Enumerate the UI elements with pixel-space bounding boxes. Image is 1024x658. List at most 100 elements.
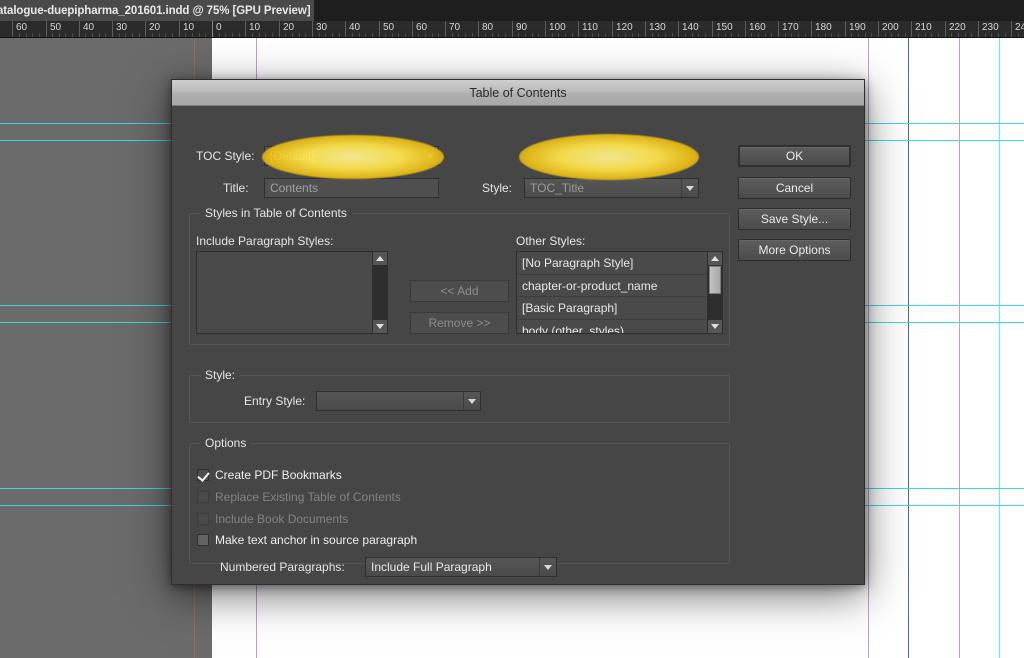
ruler-tick <box>911 21 912 37</box>
ruler-tick <box>811 21 812 37</box>
ruler-label: 10 <box>183 22 195 33</box>
entry-style-dropdown[interactable] <box>316 391 481 411</box>
ruler-minor-tick <box>159 33 160 37</box>
add-style-button-label: << Add <box>440 284 479 298</box>
other-styles-scrollbar[interactable] <box>707 252 722 333</box>
title-style-label: Style: <box>482 181 513 195</box>
ok-button-label: OK <box>785 149 804 163</box>
scroll-up-icon[interactable] <box>373 252 387 265</box>
list-item[interactable]: [No Paragraph Style] <box>517 252 707 275</box>
ruler-minor-tick <box>332 33 333 37</box>
entry-style-label: Entry Style: <box>244 394 306 408</box>
toc-style-dropdown[interactable]: [Default] <box>264 146 439 166</box>
ruler-minor-tick <box>925 33 926 37</box>
document-tab[interactable]: atalogue-duepipharma_201601.indd @ 75% [… <box>0 0 314 21</box>
ruler-minor-tick <box>771 33 772 37</box>
cancel-button[interactable]: Cancel <box>738 177 851 199</box>
ruler-minor-tick <box>225 33 226 37</box>
ruler-minor-tick <box>838 33 839 37</box>
ruler-minor-tick <box>272 33 273 37</box>
ruler-minor-tick <box>818 33 819 37</box>
checkbox-icon[interactable] <box>197 534 209 546</box>
ruler-minor-tick <box>305 33 306 37</box>
ruler-minor-tick <box>725 33 726 37</box>
title-style-value: TOC_Title <box>530 181 585 195</box>
ruler-minor-tick <box>392 33 393 37</box>
remove-style-button[interactable]: Remove >> <box>410 312 509 334</box>
ruler-label: 40 <box>349 22 361 33</box>
ruler-label: 0 <box>216 22 222 33</box>
ruler-minor-tick <box>359 33 360 37</box>
ruler-minor-tick <box>791 33 792 37</box>
document-tab-label: atalogue-duepipharma_201601.indd @ 75% [… <box>0 4 311 17</box>
ruler-label: 110 <box>582 22 598 33</box>
ok-button[interactable]: OK <box>738 145 851 167</box>
remove-style-button-label: Remove >> <box>428 316 491 330</box>
ruler-tick <box>12 21 13 37</box>
list-item[interactable]: body (other_styles) <box>517 320 707 334</box>
scroll-up-icon[interactable] <box>708 252 722 265</box>
ruler-minor-tick <box>119 33 120 37</box>
include-paragraph-styles-list[interactable] <box>196 251 388 334</box>
ruler-minor-tick <box>339 33 340 37</box>
checkbox-icon <box>197 491 209 503</box>
ruler-label: 60 <box>416 22 428 33</box>
ruler-minor-tick <box>185 33 186 37</box>
ruler-minor-tick <box>472 33 473 37</box>
ruler-minor-tick <box>505 33 506 37</box>
ruler-minor-tick <box>891 33 892 37</box>
ruler-label: 60 <box>16 22 28 33</box>
save-style-button[interactable]: Save Style... <box>738 208 851 230</box>
include-list-scrollbar[interactable] <box>372 252 387 333</box>
title-input[interactable]: Contents <box>264 178 439 198</box>
list-item[interactable]: chapter-or-product_name <box>517 275 707 297</box>
ruler-minor-tick <box>438 33 439 37</box>
option-make-text-anchor[interactable]: Make text anchor in source paragraph <box>197 533 417 547</box>
ruler-label: 150 <box>716 22 733 33</box>
scrollbar-thumb[interactable] <box>709 266 721 294</box>
chevron-down-icon <box>539 558 556 576</box>
ruler-tick <box>878 21 879 37</box>
other-list-items: [No Paragraph Style] chapter-or-product_n… <box>517 252 707 333</box>
ruler-minor-tick <box>325 33 326 37</box>
ruler-minor-tick <box>485 33 486 37</box>
option-create-pdf-bookmarks[interactable]: Create PDF Bookmarks <box>197 468 342 482</box>
ruler-minor-tick <box>59 33 60 37</box>
ruler-minor-tick <box>405 33 406 37</box>
ruler-minor-tick <box>965 33 966 37</box>
title-input-value: Contents <box>270 181 319 195</box>
ruler-minor-tick <box>785 33 786 37</box>
ruler-minor-tick <box>538 33 539 37</box>
ruler-minor-tick <box>672 33 673 37</box>
ruler-minor-tick <box>85 33 86 37</box>
ruler-minor-tick <box>99 33 100 37</box>
ruler-minor-tick <box>805 33 806 37</box>
ruler-tick <box>179 21 180 37</box>
list-item[interactable]: [Basic Paragraph] <box>517 297 707 320</box>
more-options-button[interactable]: More Options <box>738 239 851 261</box>
ruler-minor-tick <box>905 33 906 37</box>
ruler-label: 120 <box>616 22 633 33</box>
title-style-dropdown[interactable]: TOC_Title <box>524 178 699 198</box>
ruler-minor-tick <box>705 33 706 37</box>
checkbox-icon[interactable] <box>197 469 209 481</box>
ruler-minor-tick <box>525 33 526 37</box>
horizontal-ruler[interactable]: 60 50 40 30 20 10 0 10 20 30 40 50 60 70 80 90 100 110 120… <box>0 21 1024 38</box>
add-style-button[interactable]: << Add <box>410 280 509 302</box>
ruler-minor-tick <box>658 33 659 37</box>
application-window: atalogue-duepipharma_201601.indd @ 75% [… <box>0 0 1024 658</box>
scroll-down-icon[interactable] <box>373 320 387 333</box>
ruler-tick <box>712 21 713 37</box>
ruler-minor-tick <box>618 33 619 37</box>
ruler-minor-tick <box>731 33 732 37</box>
ruler-minor-tick <box>418 33 419 37</box>
ruler-tick <box>112 21 113 37</box>
ruler-minor-tick <box>452 33 453 37</box>
ruler-tick <box>845 21 846 37</box>
title-label: Title: <box>223 181 249 195</box>
numbered-paragraphs-dropdown[interactable]: Include Full Paragraph <box>365 557 557 577</box>
dialog-title-bar[interactable]: Table of Contents <box>172 80 864 106</box>
scroll-down-icon[interactable] <box>708 320 722 333</box>
other-styles-list[interactable]: [No Paragraph Style] chapter-or-product_n… <box>516 251 723 334</box>
ruler-minor-tick <box>898 33 899 37</box>
